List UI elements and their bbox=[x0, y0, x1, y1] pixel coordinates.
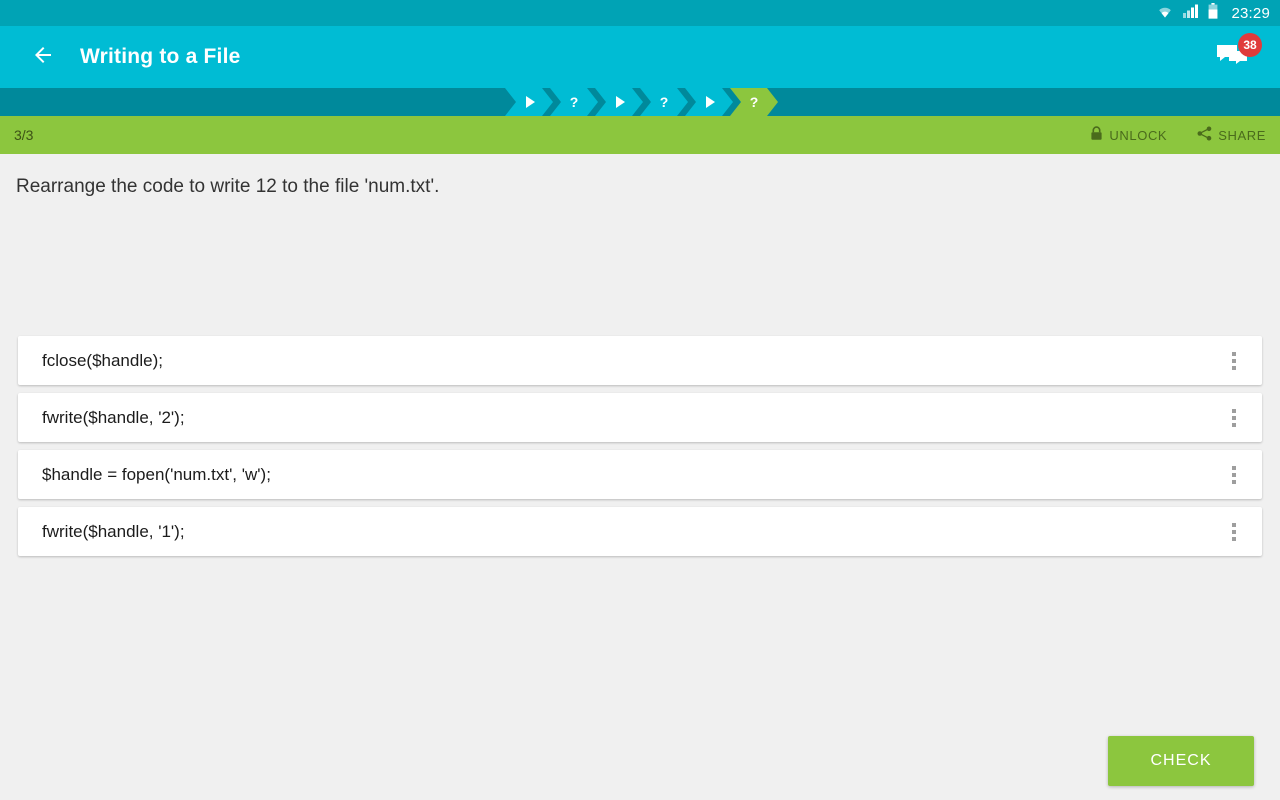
drag-handle-icon[interactable] bbox=[1226, 349, 1242, 373]
unlock-button[interactable]: UNLOCK bbox=[1090, 126, 1167, 144]
page-title: Writing to a File bbox=[80, 45, 241, 68]
battery-icon bbox=[1208, 2, 1218, 24]
signal-icon bbox=[1183, 4, 1199, 23]
drag-handle-icon[interactable] bbox=[1226, 406, 1242, 430]
drag-handle-icon[interactable] bbox=[1226, 463, 1242, 487]
code-card-list: fclose($handle); fwrite($handle, '2'); $… bbox=[18, 336, 1262, 564]
lesson-toolbar: 3/3 UNLOCK SHARE bbox=[0, 116, 1280, 154]
progress-step-6-current[interactable]: ? bbox=[730, 88, 778, 116]
unlock-label: UNLOCK bbox=[1109, 127, 1168, 143]
step-counter: 3/3 bbox=[14, 127, 34, 143]
code-card[interactable]: $handle = fopen('num.txt', 'w'); bbox=[18, 450, 1262, 499]
toolbar-actions: UNLOCK SHARE bbox=[1090, 126, 1266, 144]
wifi-icon bbox=[1156, 4, 1174, 23]
progress-step-5[interactable] bbox=[685, 88, 733, 116]
share-label: SHARE bbox=[1218, 127, 1266, 143]
back-button[interactable] bbox=[19, 33, 67, 81]
drag-handle-icon[interactable] bbox=[1226, 520, 1242, 544]
share-button[interactable]: SHARE bbox=[1197, 126, 1266, 144]
progress-strip: ? ? ? bbox=[0, 88, 1280, 116]
chat-badge: 38 bbox=[1238, 33, 1262, 57]
content-area: Rearrange the code to write 12 to the fi… bbox=[0, 154, 1280, 800]
progress-step-4[interactable]: ? bbox=[640, 88, 688, 116]
progress-step-3[interactable] bbox=[595, 88, 643, 116]
play-icon bbox=[616, 96, 625, 108]
play-icon bbox=[526, 96, 535, 108]
status-bar: 23:29 bbox=[0, 0, 1280, 26]
check-button[interactable]: CHECK bbox=[1108, 736, 1254, 786]
code-line: fwrite($handle, '1'); bbox=[42, 521, 185, 541]
code-card[interactable]: fwrite($handle, '2'); bbox=[18, 393, 1262, 442]
back-arrow-icon bbox=[31, 43, 55, 72]
lock-icon bbox=[1090, 126, 1103, 144]
status-bar-icons: 23:29 bbox=[1156, 2, 1270, 24]
progress-step-1[interactable] bbox=[505, 88, 553, 116]
code-line: $handle = fopen('num.txt', 'w'); bbox=[42, 464, 271, 484]
progress-step-2[interactable]: ? bbox=[550, 88, 598, 116]
code-line: fclose($handle); bbox=[42, 350, 163, 370]
share-icon bbox=[1197, 126, 1212, 144]
app-bar: Writing to a File 38 bbox=[0, 26, 1280, 88]
status-bar-clock: 23:29 bbox=[1231, 4, 1270, 22]
code-line: fwrite($handle, '2'); bbox=[42, 407, 185, 427]
exercise-prompt: Rearrange the code to write 12 to the fi… bbox=[16, 176, 440, 197]
play-icon bbox=[706, 96, 715, 108]
chat-button[interactable]: 38 bbox=[1214, 33, 1266, 81]
progress-steps: ? ? ? bbox=[505, 88, 775, 116]
code-card[interactable]: fwrite($handle, '1'); bbox=[18, 507, 1262, 556]
code-card[interactable]: fclose($handle); bbox=[18, 336, 1262, 385]
